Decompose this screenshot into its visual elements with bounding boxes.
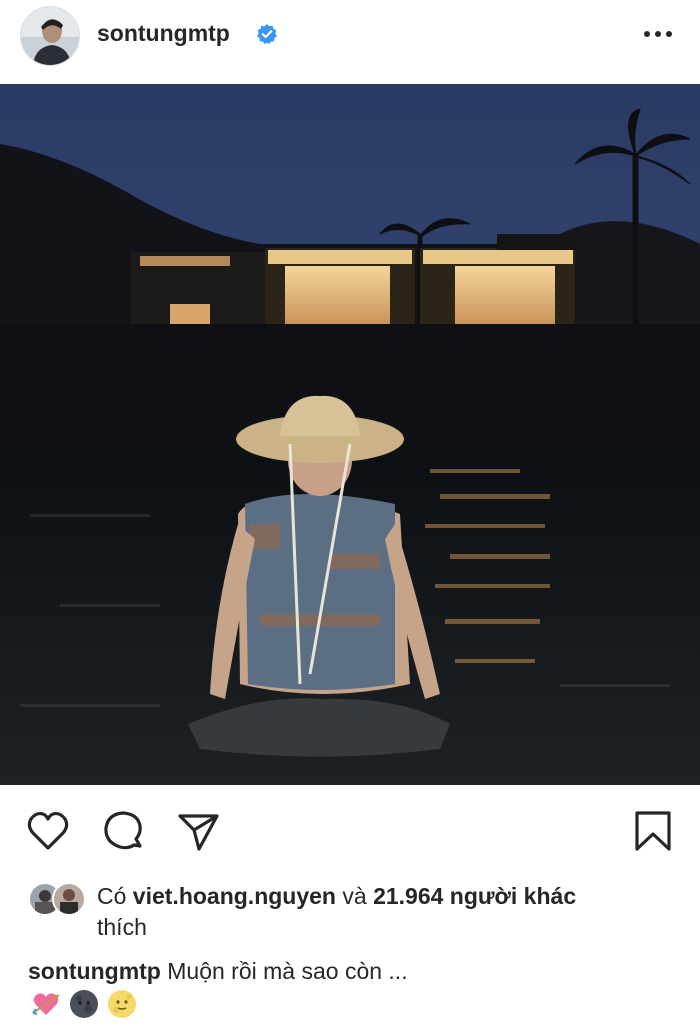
likes-prefix: Có <box>97 883 127 909</box>
likes-count[interactable]: 21.964 người khác <box>373 883 576 909</box>
post-header: sontungmtp <box>0 0 700 84</box>
profile-avatar[interactable] <box>20 6 80 66</box>
post-caption: sontungmtp Muộn rồi mà sao còn ... <box>28 956 678 987</box>
likes-conjunction: và <box>342 883 367 909</box>
likes-text: Có viet.hoang.nguyen và 21.964 người khá… <box>97 881 687 943</box>
caption-emojis <box>30 988 138 1020</box>
full-moon-face-emoji <box>108 990 136 1018</box>
liker-username[interactable]: viet.hoang.nguyen <box>133 883 336 909</box>
likes-summary[interactable]: Có viet.hoang.nguyen và 21.964 người khá… <box>0 876 700 946</box>
post-image[interactable] <box>0 84 700 785</box>
action-bar <box>0 800 700 860</box>
heart-arrow-emoji <box>32 993 60 1015</box>
caption-username[interactable]: sontungmtp <box>28 958 161 984</box>
post-username[interactable]: sontungmtp <box>97 20 230 47</box>
liker-avatar <box>52 882 86 916</box>
verified-badge-icon <box>257 24 277 44</box>
liker-avatars <box>28 882 90 916</box>
new-moon-face-emoji <box>70 990 98 1018</box>
comment-icon[interactable] <box>100 808 146 854</box>
heart-icon[interactable] <box>25 808 71 854</box>
bookmark-icon[interactable] <box>630 808 676 854</box>
likes-suffix: thích <box>97 914 147 940</box>
caption-text: Muộn rồi mà sao còn ... <box>167 958 408 984</box>
send-icon[interactable] <box>175 808 221 854</box>
more-horizontal-icon[interactable] <box>640 20 676 48</box>
